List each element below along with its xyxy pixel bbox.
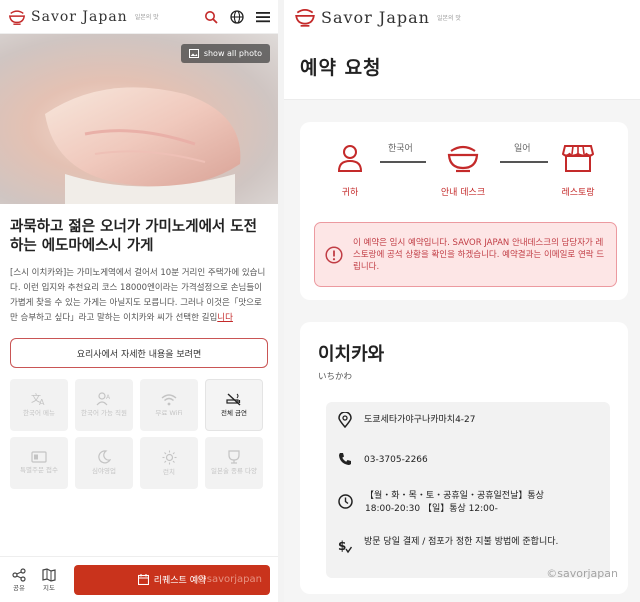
translate-icon: 文A <box>31 392 45 406</box>
logo[interactable]: Savor Japan 일본의 맛 <box>294 6 461 28</box>
hours-line-2: 18:00-20:30 【일】통상 12:00- <box>365 504 498 514</box>
payment-row: $ 방문 당일 결제 / 점포가 정한 지불 방법에 준합니다. <box>338 536 600 554</box>
feature-no-smoking: 전체 금연 <box>205 379 263 431</box>
hours-text: 【월・화・목・토・공휴일・공휴일전날】통상 18:00-20:30 【일】통상 … <box>365 490 544 516</box>
map-icon <box>42 567 56 582</box>
menu-icon[interactable] <box>256 11 270 23</box>
store-details: 도쿄세타가야구나카마치4-27 03-3705-2266 【월・화・목・토・공휴… <box>326 402 610 578</box>
address-text: 도쿄세타가야구나카마치4-27 <box>364 415 476 425</box>
watermark: @savorjapan <box>196 574 262 585</box>
hero-photo[interactable]: show all photo <box>0 34 278 204</box>
feature-korean-menu: 文A 한국어 메뉴 <box>10 379 68 431</box>
lang-label-1: 한국어 <box>388 144 413 154</box>
photo-icon <box>188 49 199 58</box>
payment-text: 방문 당일 결제 / 점포가 정한 지불 방법에 준합니다. <box>364 537 559 547</box>
sushi-photo <box>45 87 241 204</box>
restaurant-title: 과묵하고 젊은 오너가 가미노게에서 도전하는 에도마에스시 가게 <box>10 219 257 254</box>
hours-row: 【월・화・목・토・공휴일・공휴일전날】통상 18:00-20:30 【일】통상 … <box>338 490 544 516</box>
sun-icon <box>162 450 176 464</box>
step-restaurant: 레스토랑 <box>543 137 613 198</box>
flow-line-2 <box>500 161 548 163</box>
storefront-icon <box>562 145 594 172</box>
page-title-bar: 예약 요청 <box>284 34 640 100</box>
show-all-photo-label: show all photo <box>203 49 262 58</box>
feature-korean-staff: A 한국어 가능 직원 <box>75 379 133 431</box>
left-pane: Savor Japan 일본의 맛 show all photo 과묵하고 젊은… <box>0 0 278 602</box>
feature-special-order: 특별주문 접수 <box>10 437 68 489</box>
logo[interactable]: Savor Japan 일본의 맛 <box>8 8 159 26</box>
provisional-booking-alert: 이 예약은 임시 예약입니다. SAVOR JAPAN 안내데스크의 담당자가 … <box>314 222 617 287</box>
store-info-card: 이치카와 いちかわ 도쿄세타가야구나카마치4-27 03-3705-2266 【… <box>300 322 628 594</box>
header: Savor Japan 일본의 맛 <box>0 0 278 34</box>
phone-row: 03-3705-2266 <box>338 452 428 467</box>
search-icon[interactable] <box>204 10 218 24</box>
feature-lunch: 런치 <box>140 437 198 489</box>
moon-icon <box>98 450 111 464</box>
store-name: 이치카와 <box>318 344 385 365</box>
step-restaurant-label: 레스토랑 <box>561 188 595 198</box>
page-title: 예약 요청 <box>300 57 382 79</box>
map-button[interactable]: 지도 <box>38 567 60 592</box>
payment-icon: $ <box>338 539 352 554</box>
step-you-label: 귀하 <box>341 188 359 198</box>
share-button[interactable]: 공유 <box>8 567 30 592</box>
read-more-link[interactable]: 니다 <box>217 313 233 323</box>
svg-text:A: A <box>106 394 111 401</box>
show-all-photo-button[interactable]: show all photo <box>180 44 270 63</box>
alert-icon <box>325 245 343 264</box>
location-pin-icon <box>338 412 352 428</box>
share-label: 공유 <box>13 583 25 592</box>
bowl-logo-icon <box>295 8 315 27</box>
booking-flow-card: 귀하 한국어 안내 데스크 일어 레스토랑 이 예약은 임시 예약입니다. SA… <box>300 122 628 300</box>
restaurant-description: [스시 이치카와]는 가미노게역에서 걸어서 10분 거리인 주택가에 있습니다… <box>0 256 278 326</box>
globe-icon[interactable] <box>230 9 244 24</box>
logo-subtitle: 일본의 맛 <box>134 14 159 21</box>
address-row: 도쿄세타가야구나카마치4-27 <box>338 412 476 428</box>
booking-steps: 귀하 한국어 안내 데스크 일어 레스토랑 <box>300 137 628 212</box>
step-desk: 안내 데스크 <box>428 137 498 198</box>
calendar-icon <box>137 574 149 585</box>
alert-text: 이 예약은 임시 예약입니다. SAVOR JAPAN 안내데스크의 담당자가 … <box>353 237 605 272</box>
person-icon <box>337 145 363 172</box>
step-you: 귀하 <box>315 137 385 198</box>
header: Savor Japan 일본의 맛 <box>284 0 640 34</box>
lang-label-2: 일어 <box>514 144 531 154</box>
request-reservation-button[interactable]: 리퀘스트 예약 @savorjapan <box>74 564 270 595</box>
phone-icon <box>339 453 351 465</box>
wifi-icon <box>161 393 177 405</box>
map-label: 지도 <box>43 583 55 592</box>
logo-text: Savor Japan <box>31 8 128 25</box>
watermark: ©savorjapan <box>546 567 618 580</box>
sake-icon <box>228 450 240 464</box>
hours-line-1: 【월・화・목・토・공휴일・공휴일전날】통상 <box>365 491 544 501</box>
feature-sake-variety: 일본술 종류 다양 <box>205 437 263 489</box>
svg-text:$: $ <box>338 539 346 553</box>
no-smoking-icon <box>226 393 241 406</box>
card-icon <box>31 451 47 463</box>
step-desk-label: 안내 데스크 <box>440 188 486 198</box>
logo-text: Savor Japan <box>321 7 430 27</box>
flow-line-1 <box>380 161 426 163</box>
svg-text:A: A <box>39 398 45 406</box>
logo-subtitle: 일본의 맛 <box>436 14 461 22</box>
feature-free-wifi: 무료 WiFi <box>140 379 198 431</box>
store-name-kana: いちかわ <box>318 372 353 382</box>
clock-icon <box>338 494 353 509</box>
chef-details-button[interactable]: 요리사에서 자세한 내용을 보려면 <box>10 338 268 368</box>
staff-icon: A <box>96 392 111 406</box>
share-icon <box>12 567 26 582</box>
phone-text[interactable]: 03-3705-2266 <box>364 454 428 467</box>
bottom-bar: 공유 지도 리퀘스트 예약 @savorjapan <box>0 556 278 602</box>
feature-grid: 文A 한국어 메뉴 A 한국어 가능 직원 무료 WiFi 전체 금연 특별주문… <box>0 368 278 489</box>
bowl-icon <box>447 145 479 173</box>
right-pane: Savor Japan 일본의 맛 예약 요청 귀하 한국어 안내 데스크 일어… <box>284 0 640 602</box>
feature-late-night: 심야영업 <box>75 437 133 489</box>
bowl-logo-icon <box>8 9 26 25</box>
